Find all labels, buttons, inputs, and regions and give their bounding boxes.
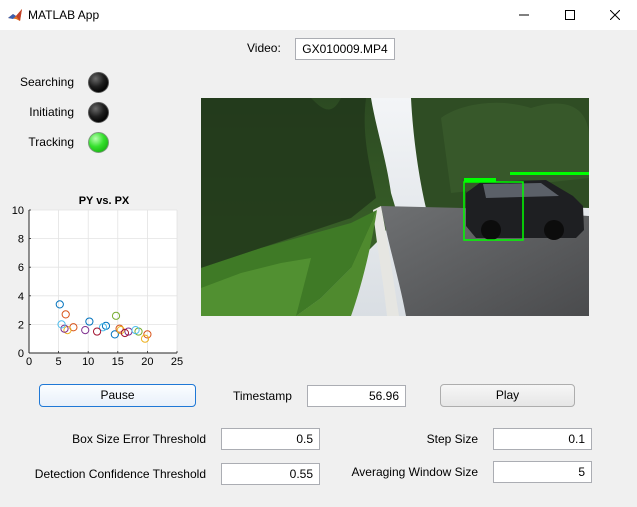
- maximize-button[interactable]: [547, 0, 593, 30]
- box-size-error-threshold-label: Box Size Error Threshold: [72, 432, 206, 446]
- initiating-lamp: [88, 102, 109, 123]
- x-tick-label: 10: [82, 356, 94, 368]
- video-filename-field[interactable]: GX010009.MP4: [295, 38, 395, 60]
- minimize-icon: [519, 14, 529, 16]
- minimize-button[interactable]: [501, 0, 547, 30]
- searching-label: Searching: [19, 75, 74, 89]
- averaging-window-size-label: Averaging Window Size: [351, 465, 478, 479]
- step-size-label: Step Size: [426, 432, 478, 446]
- x-tick-label: 20: [141, 356, 153, 368]
- y-tick-label: 6: [18, 262, 24, 274]
- video-label: Video:: [247, 41, 281, 55]
- averaging-window-size-field[interactable]: 5: [493, 461, 592, 483]
- detection-confidence-threshold-label: Detection Confidence Threshold: [34, 467, 206, 481]
- x-tick-label: 25: [171, 356, 183, 368]
- window-title: MATLAB App: [28, 8, 100, 22]
- y-tick-label: 2: [18, 319, 24, 331]
- x-tick-label: 0: [26, 356, 32, 368]
- x-tick-label: 5: [56, 356, 62, 368]
- detection-confidence-threshold-field[interactable]: 0.55: [221, 463, 320, 485]
- y-tick-label: 8: [18, 234, 24, 246]
- tracking-label-tag: [510, 172, 524, 175]
- step-size-field[interactable]: 0.1: [493, 428, 592, 450]
- tracking-lamp: [88, 132, 109, 153]
- timestamp-label: Timestamp: [233, 389, 292, 403]
- searching-lamp: [88, 72, 109, 93]
- initiating-label: Initiating: [29, 105, 74, 119]
- play-button[interactable]: Play: [440, 384, 575, 407]
- pause-button[interactable]: Pause: [39, 384, 196, 407]
- y-tick-label: 0: [18, 348, 24, 360]
- plot-area: [29, 210, 177, 353]
- maximize-icon: [565, 10, 575, 20]
- y-tick-label: 4: [18, 291, 24, 303]
- video-frame: [201, 98, 589, 316]
- close-icon: [610, 10, 620, 20]
- y-tick-label: 10: [12, 205, 24, 217]
- detection-label-tag: [464, 178, 496, 182]
- tracking-label: Tracking: [28, 135, 74, 149]
- matlab-logo-icon: [8, 9, 22, 21]
- timestamp-field[interactable]: 56.96: [307, 385, 406, 407]
- py-vs-px-chart: PY vs. PX 0 5 10 15 20 25 0 2 4 6 8 10: [12, 195, 183, 368]
- chart-title: PY vs. PX: [79, 195, 130, 207]
- close-button[interactable]: [592, 0, 637, 30]
- x-tick-label: 15: [112, 356, 124, 368]
- app-body: Video: GX010009.MP4 Searching Initiating…: [0, 30, 637, 507]
- title-bar: MATLAB App: [0, 0, 637, 30]
- box-size-error-threshold-field[interactable]: 0.5: [221, 428, 320, 450]
